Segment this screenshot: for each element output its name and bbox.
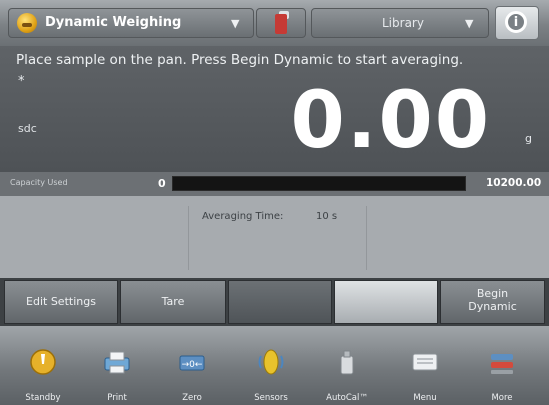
sensors-icon <box>258 349 284 375</box>
blank-function-button[interactable] <box>334 280 438 324</box>
nav-menu-label: Menu <box>413 393 437 403</box>
begin-dynamic-button[interactable]: Begin Dynamic <box>440 280 545 324</box>
nav-print[interactable]: Print <box>82 326 152 405</box>
user-flag-icon <box>275 14 287 34</box>
nav-print-label: Print <box>107 393 127 403</box>
tare-button[interactable]: Tare <box>120 280 226 324</box>
capacity-bar: Capacity Used 0 10200.00 <box>0 172 549 196</box>
nav-sensors-label: Sensors <box>254 393 288 403</box>
capacity-max: 10200.00 <box>486 177 542 189</box>
edit-settings-button[interactable]: Edit Settings <box>4 280 118 324</box>
stability-indicator: sdc <box>18 122 37 135</box>
capacity-track <box>172 176 466 191</box>
nav-sensors[interactable]: Sensors <box>236 326 306 405</box>
weight-display: Place sample on the pan. Press Begin Dyn… <box>0 46 549 172</box>
nav-zero[interactable]: →0← Zero <box>157 326 227 405</box>
menu-icon <box>412 353 438 371</box>
begin-dynamic-label-1: Begin <box>476 287 509 300</box>
capacity-min: 0 <box>158 177 166 190</box>
averaging-time-value: 10 s <box>316 211 338 222</box>
nav-standby[interactable]: Standby <box>8 326 78 405</box>
print-icon <box>104 351 130 374</box>
info-panel: Averaging Time: 10 s <box>0 196 549 278</box>
info-button[interactable]: i <box>495 6 539 40</box>
application-dropdown[interactable]: Dynamic Weighing ▼ <box>8 8 254 38</box>
more-icon <box>491 354 513 374</box>
nav-more[interactable]: More <box>467 326 537 405</box>
nav-zero-label: Zero <box>182 393 202 403</box>
instruction-text: Place sample on the pan. Press Begin Dyn… <box>16 52 464 68</box>
application-label: Dynamic Weighing <box>45 15 182 30</box>
nav-more-label: More <box>491 393 513 403</box>
weight-value: 0.00 <box>290 76 491 166</box>
library-label: Library <box>382 16 424 30</box>
chevron-down-icon: ▼ <box>231 17 240 30</box>
user-button[interactable] <box>256 8 306 38</box>
nav-standby-label: Standby <box>25 393 61 403</box>
empty-function-button[interactable] <box>228 280 332 324</box>
star-indicator: * <box>18 74 25 89</box>
balance-screen: Dynamic Weighing ▼ Library ▼ i Place sam… <box>0 0 549 405</box>
weight-unit[interactable]: g <box>525 132 532 145</box>
standby-icon <box>30 349 56 375</box>
nav-autocal[interactable]: AutoCal™ <box>312 326 382 405</box>
top-bar: Dynamic Weighing ▼ Library ▼ i <box>0 0 549 46</box>
nav-autocal-label: AutoCal™ <box>326 393 368 403</box>
action-bar: Edit Settings Tare Begin Dynamic <box>0 278 549 326</box>
info-field-left <box>20 206 189 270</box>
edit-settings-label: Edit Settings <box>26 295 96 308</box>
library-dropdown[interactable]: Library ▼ <box>311 8 489 38</box>
begin-dynamic-label-2: Dynamic <box>468 300 517 313</box>
bottom-navigation: Standby Print →0← Zero Sensors AutoCal™ … <box>0 326 549 405</box>
averaging-time-label: Averaging Time: <box>202 211 284 222</box>
zero-icon: →0← <box>179 355 205 371</box>
info-icon: i <box>505 11 527 33</box>
tare-label: Tare <box>161 295 185 308</box>
svg-text:→0←: →0← <box>182 360 203 370</box>
autocal-icon <box>340 350 354 375</box>
capacity-label: Capacity Used <box>10 178 68 187</box>
nav-menu[interactable]: Menu <box>390 326 460 405</box>
chevron-down-icon: ▼ <box>465 17 474 30</box>
dynamic-weighing-icon <box>17 13 37 33</box>
